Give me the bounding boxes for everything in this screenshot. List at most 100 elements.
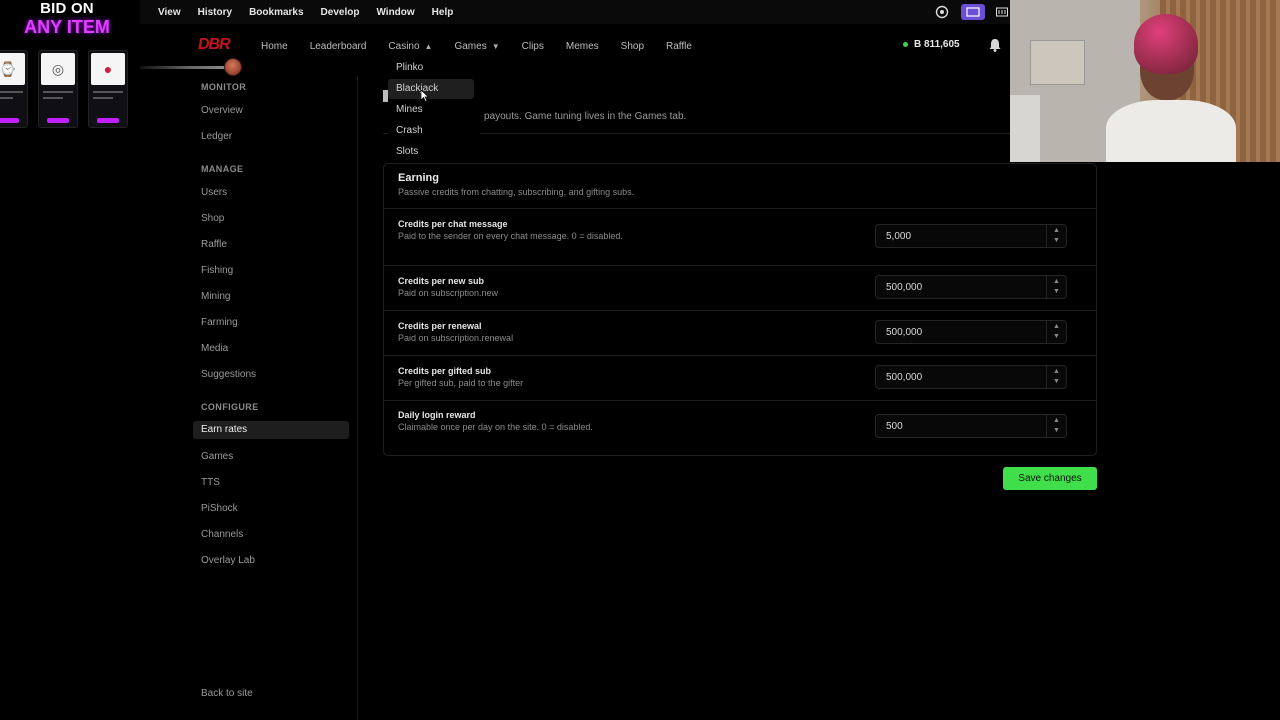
casino-dropdown-menu: Plinko Blackjack Mines Crash Slots [388,58,480,162]
card-line [93,91,123,93]
site-logo[interactable]: DBR [198,36,231,54]
menu-bookmarks[interactable]: Bookmarks [249,7,303,18]
bid-button[interactable] [0,118,19,123]
dropdown-item-slots[interactable]: Slots [388,142,476,162]
setting-row-gifted-sub: Credits per gifted sub Per gifted sub, p… [398,365,1083,389]
menu-window[interactable]: Window [376,7,414,18]
earning-panel: Earning Passive credits from chatting, s… [383,163,1097,456]
site-nav: Home Leaderboard Casino ▲ Games ▼ Clips Me… [261,38,714,54]
setting-description: Paid on subscription.renewal [398,333,514,343]
promo-card[interactable]: ◎ [38,50,78,128]
keyboard-icon[interactable] [996,4,1008,20]
screen-mirroring-icon[interactable] [961,4,985,20]
menu-history[interactable]: History [198,7,232,18]
sidebar-item-channels[interactable]: Channels [201,529,243,540]
chevron-up-icon: ▲ [424,41,433,51]
menu-develop[interactable]: Develop [321,7,360,18]
save-changes-button[interactable]: Save changes [1003,467,1097,490]
chat-credits-input[interactable]: 5,000 ▲ ▼ [875,224,1067,248]
menu-items: View History Bookmarks Develop Window He… [158,0,470,24]
sidebar-item-overlay-lab[interactable]: Overlay Lab [201,555,255,566]
earbuds-icon: ◎ [41,53,75,85]
divider [384,208,1096,209]
sidebar-item-fishing[interactable]: Fishing [201,265,233,276]
sidebar-item-raffle[interactable]: Raffle [201,239,227,250]
setting-description: Paid to the sender on every chat message… [398,231,623,241]
sidebar-item-earn-rates[interactable]: Earn rates [193,421,349,439]
gifted-sub-credits-input[interactable]: 500,000 ▲ ▼ [875,365,1067,389]
sidebar-item-mining[interactable]: Mining [201,291,230,302]
section-manage: MANAGE [201,164,244,174]
bell-icon[interactable] [987,37,1003,53]
sidebar-item-games[interactable]: Games [201,451,233,462]
promo-cards: ⌚ ◎ ● [0,50,128,128]
section-monitor: MONITOR [201,82,247,92]
nav-label: Clips [521,40,544,52]
dropdown-item-plinko[interactable]: Plinko [388,58,476,78]
dropdown-item-crash[interactable]: Crash [388,121,476,141]
nav-memes[interactable]: Memes [566,41,599,52]
nav-label: Games [454,40,487,52]
setting-description: Claimable once per day on the site. 0 = … [398,422,593,432]
nav-leaderboard[interactable]: Leaderboard [310,41,367,52]
stepper-icon[interactable]: ▲ ▼ [1046,225,1066,247]
nav-label: Home [261,40,288,52]
card-line [93,97,113,99]
credit-balance[interactable]: B 811,605 [903,39,960,50]
user-avatar[interactable] [224,58,242,76]
input-value: 500,000 [886,327,923,338]
nav-clips[interactable]: Clips [522,41,544,52]
promo-card[interactable]: ● [88,50,128,128]
setting-row-new-sub: Credits per new sub Paid on subscription… [398,275,1083,299]
balance-value: B 811,605 [914,39,960,50]
stepper-icon[interactable]: ▲ ▼ [1046,321,1066,343]
nav-home[interactable]: Home [261,41,288,52]
stepper-icon[interactable]: ▲ ▼ [1046,415,1066,437]
sidebar-item-farming[interactable]: Farming [201,317,238,328]
sidebar-item-shop[interactable]: Shop [201,213,224,224]
stepper-icon[interactable]: ▲ ▼ [1046,366,1066,388]
nav-label: Casino [388,40,420,52]
card-line [0,97,13,99]
sidebar-item-overview[interactable]: Overview [201,105,243,116]
promo-line-1: BID ON [40,0,94,17]
webcam-person [1106,100,1236,162]
divider [384,355,1096,356]
sidebar-item-tts[interactable]: TTS [201,477,220,488]
menu-view[interactable]: View [158,7,181,18]
promo-card[interactable]: ⌚ [0,50,28,128]
new-sub-credits-input[interactable]: 500,000 ▲ ▼ [875,275,1067,299]
setting-description: Paid on subscription.new [398,288,499,298]
control-center-icon[interactable] [934,4,950,20]
panel-description: Passive credits from chatting, subscribi… [398,187,635,197]
bid-button[interactable] [97,118,119,123]
section-configure: CONFIGURE [201,402,259,412]
nav-casino[interactable]: Casino ▲ [388,41,432,52]
nav-games[interactable]: Games ▼ [454,41,499,52]
menu-help[interactable]: Help [432,7,454,18]
item-icon: ● [91,53,125,85]
card-line [43,97,63,99]
daily-login-credits-input[interactable]: 500 ▲ ▼ [875,414,1067,438]
card-line [43,91,73,93]
divider [384,400,1096,401]
back-to-site-link[interactable]: Back to site [201,688,253,699]
setting-row-daily-login: Daily login reward Claimable once per da… [398,410,1083,438]
dropdown-item-blackjack[interactable]: Blackjack [388,79,474,99]
bid-button[interactable] [47,118,69,123]
setting-description: Per gifted sub, paid to the gifter [398,378,524,388]
nav-shop[interactable]: Shop [621,41,644,52]
nav-label: Raffle [666,40,692,52]
sidebar-item-suggestions[interactable]: Suggestions [201,369,256,380]
sidebar-item-ledger[interactable]: Ledger [201,131,232,142]
sidebar-item-media[interactable]: Media [201,343,228,354]
auction-promo-overlay[interactable]: BID ON ANY ITEM ⌚ ◎ ● [0,0,140,130]
sidebar-item-pishock[interactable]: PiShock [201,503,238,514]
input-value: 500 [886,421,903,432]
nav-raffle[interactable]: Raffle [666,41,692,52]
sidebar-item-users[interactable]: Users [201,187,227,198]
renewal-credits-input[interactable]: 500,000 ▲ ▼ [875,320,1067,344]
nav-label: Shop [620,40,645,52]
dropdown-item-mines[interactable]: Mines [388,100,476,120]
stepper-icon[interactable]: ▲ ▼ [1046,276,1066,298]
